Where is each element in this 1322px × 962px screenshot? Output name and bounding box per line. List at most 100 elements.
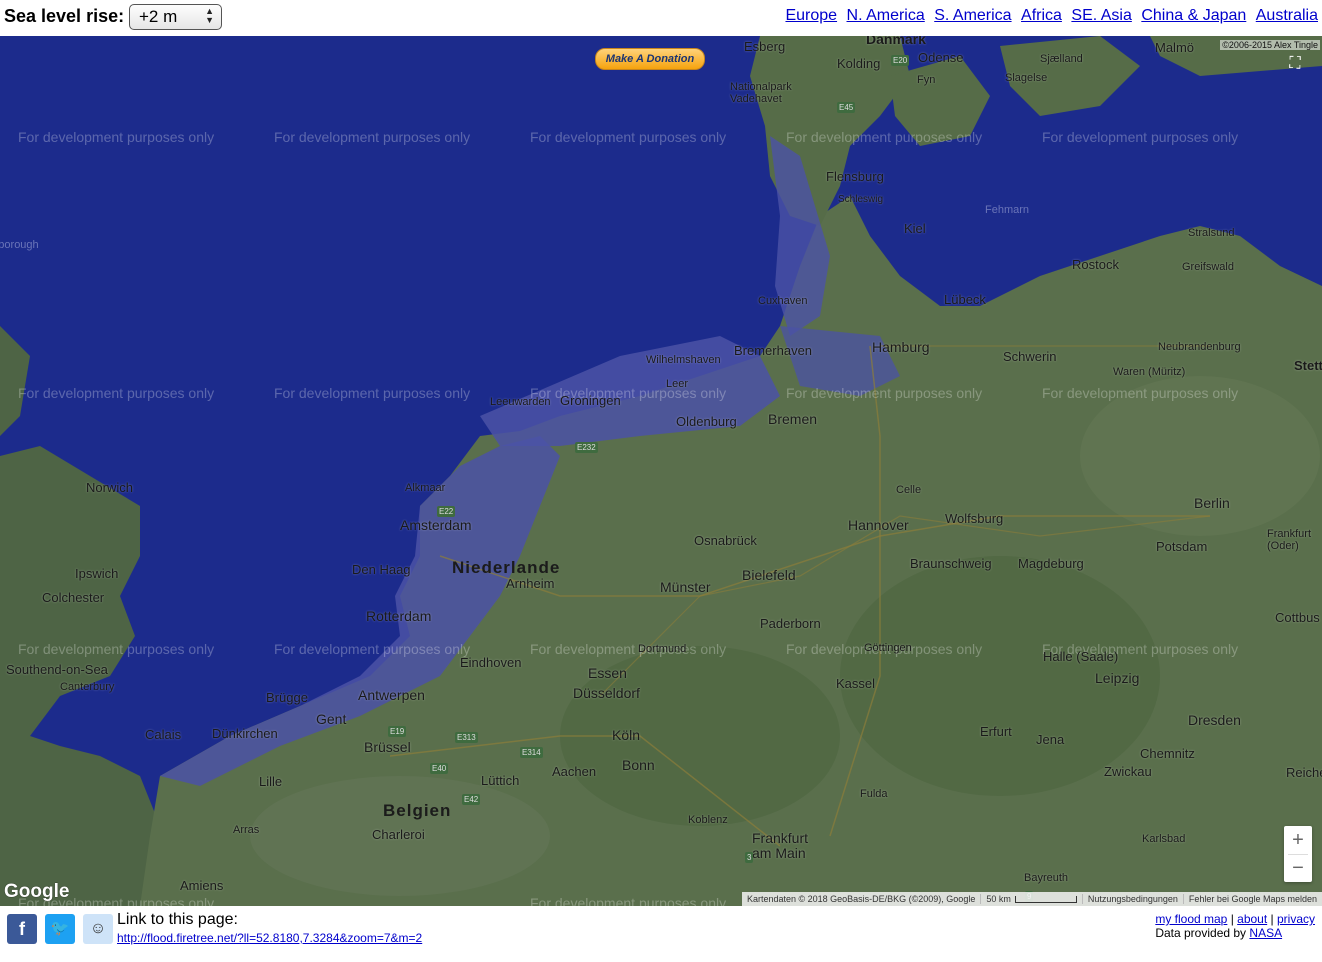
region-link-south-america[interactable]: S. America (934, 7, 1011, 24)
city-label: Düsseldorf (573, 685, 640, 701)
region-link-north-america[interactable]: N. America (847, 7, 925, 24)
city-label: Erfurt (980, 724, 1012, 739)
terms-link[interactable]: Nutzungsbedingungen (1081, 894, 1183, 904)
city-label: Bonn (622, 757, 655, 773)
city-label: Den Haag (352, 562, 411, 577)
city-label: Kassel (836, 676, 876, 691)
city-label: Alkmaar (405, 482, 446, 494)
region-link-europe[interactable]: Europe (785, 7, 837, 24)
city-label: Göttingen (864, 642, 912, 654)
city-label: Kolding (837, 56, 881, 71)
city-label: Hamburg (872, 339, 930, 355)
city-label: Paderborn (760, 616, 821, 631)
road-shield: E20 (891, 55, 910, 66)
flood-map[interactable]: For development purposes only For develo… (0, 36, 1322, 906)
zoom-out-button[interactable]: − (1284, 855, 1312, 882)
top-bar: Sea level rise: +2 m ▲ ▼ Europe N. Americ… (0, 0, 1322, 36)
privacy-link[interactable]: privacy (1277, 912, 1315, 926)
city-label: Celle (896, 484, 922, 496)
twitter-icon[interactable]: 🐦 (45, 914, 75, 944)
city-label: Leeuwarden (490, 396, 551, 408)
city-label: Braunschweig (910, 556, 992, 571)
footer: f 🐦 ☺ Link to this page: http://flood.fi… (0, 906, 1322, 962)
dev-watermark: For development purposes only (274, 385, 471, 401)
road-shield: E232 (575, 442, 598, 453)
scale-indicator: 50 km (980, 894, 1082, 904)
copyright-notice: ©2006-2015 Alex Tingle (1220, 40, 1320, 50)
about-link[interactable]: about (1237, 912, 1267, 926)
city-label: Fulda (860, 788, 888, 800)
region-link-china-japan[interactable]: China & Japan (1141, 7, 1246, 24)
sea-level-label: Sea level rise: (4, 6, 125, 26)
city-label: Southend-on-Sea (6, 662, 108, 677)
city-label: Arras (233, 824, 260, 836)
city-label: Bremen (768, 411, 818, 427)
region-link-se-asia[interactable]: SE. Asia (1071, 7, 1131, 24)
city-label: Flensburg (826, 169, 884, 184)
city-label: Groningen (560, 393, 621, 408)
permalink[interactable]: http://flood.firetree.net/?ll=52.8180,7.… (117, 931, 422, 945)
city-label: Neubrandenburg (1158, 341, 1241, 353)
city-label: Rostock (1072, 257, 1119, 272)
donate-button[interactable]: Make A Donation (595, 48, 705, 70)
city-label: Zwickau (1104, 764, 1152, 779)
my-flood-map-link[interactable]: my flood map (1155, 912, 1227, 926)
road-shield: E22 (437, 506, 456, 517)
region-link-australia[interactable]: Australia (1256, 7, 1318, 24)
road-shield: E313 (455, 732, 478, 743)
nasa-link[interactable]: NASA (1249, 926, 1282, 940)
city-label: Brügge (266, 690, 308, 705)
report-error-link[interactable]: Fehler bei Google Maps melden (1182, 894, 1322, 904)
city-label: Schwerin (1003, 349, 1057, 364)
road-shield: 3 (745, 852, 754, 863)
footer-links: my flood map | about | privacy Data prov… (1155, 912, 1315, 940)
dev-watermark: For development purposes only (1042, 385, 1239, 401)
city-label: Cottbus (1275, 610, 1320, 625)
dev-watermark: For development purposes only (274, 641, 471, 657)
city-label: Leipzig (1095, 670, 1140, 686)
city-label: Oldenburg (676, 414, 737, 429)
city-label: Schleswig (838, 194, 884, 205)
city-label: Waren (Müritz) (1113, 366, 1186, 378)
sea-level-select[interactable]: +2 m ▲ ▼ (129, 4, 222, 30)
city-label: Berlin (1194, 495, 1230, 511)
city-label: Canterbury (60, 681, 115, 693)
dev-watermark: For development purposes only (18, 129, 215, 145)
city-label: Leer (666, 378, 689, 390)
city-label: Aachen (552, 764, 597, 779)
city-label: Jena (1036, 732, 1065, 747)
region-link-africa[interactable]: Africa (1021, 7, 1062, 24)
island-label: Fehmarn (985, 204, 1030, 216)
zoom-in-button[interactable]: + (1284, 826, 1312, 854)
city-label: Hannover (848, 517, 909, 533)
dev-watermark: For development purposes only (18, 641, 215, 657)
reddit-icon[interactable]: ☺ (83, 914, 113, 944)
city-label: Essen (588, 665, 627, 681)
facebook-icon[interactable]: f (7, 914, 37, 944)
fullscreen-icon[interactable]: ⛶ (1284, 54, 1306, 74)
city-label: Wilhelmshaven (646, 354, 721, 366)
google-logo: Google (4, 881, 70, 902)
city-label: Lüttich (481, 773, 520, 788)
sea-level-value: +2 m (139, 7, 178, 26)
city-label: Koblenz (688, 814, 728, 826)
city-label: Dortmund (638, 643, 687, 655)
dev-watermark: For development purposes only (786, 385, 983, 401)
city-label: Danmark (866, 36, 926, 47)
city-label: Charleroi (372, 827, 425, 842)
city-label: Karlsbad (1142, 833, 1186, 845)
dev-watermark: For development purposes only (530, 641, 727, 657)
city-label: Malmö (1155, 40, 1195, 55)
city-label: Antwerpen (358, 687, 425, 703)
select-arrows-icon: ▲ ▼ (205, 6, 214, 25)
city-label: Eindhoven (460, 655, 522, 670)
dev-watermark: For development purposes only (530, 895, 727, 906)
city-label: Calais (145, 727, 182, 742)
city-label: Peterborough (0, 239, 39, 251)
city-label: Cuxhaven (758, 295, 808, 307)
city-label: Lübeck (944, 292, 986, 307)
city-label: Bielefeld (742, 567, 796, 583)
city-label: Lille (259, 774, 283, 789)
city-label: Amiens (180, 878, 224, 893)
city-label: Gent (316, 711, 347, 727)
